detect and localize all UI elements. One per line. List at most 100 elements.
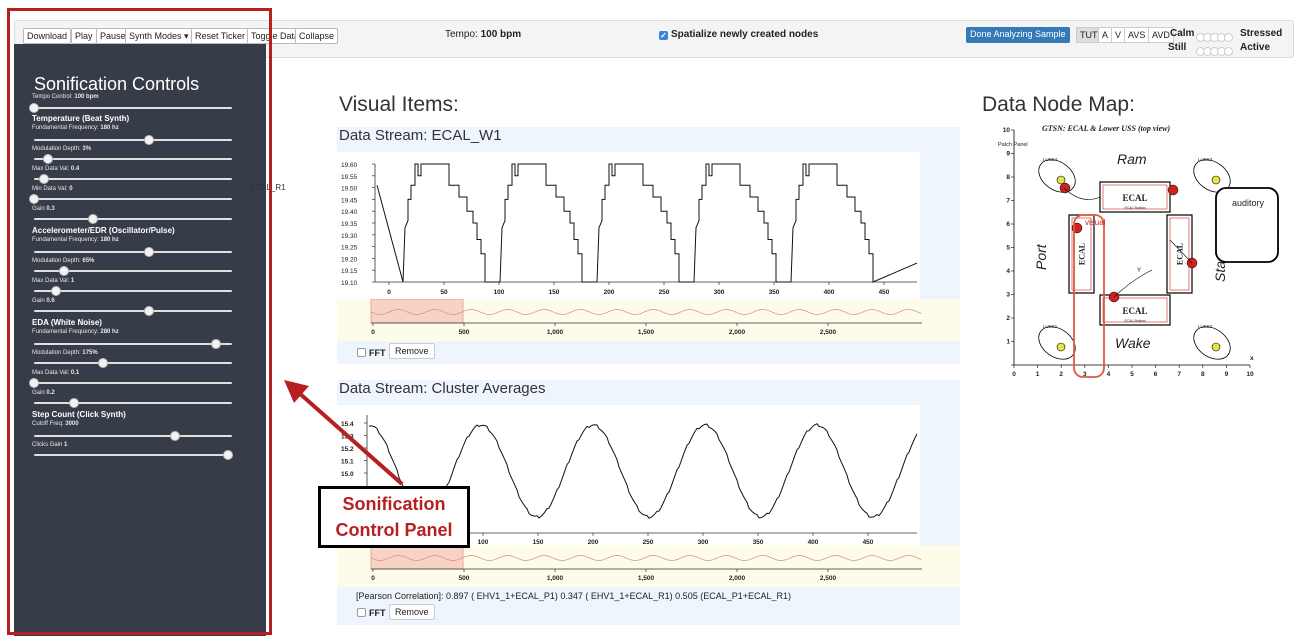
y-tick-label: 15.3 xyxy=(341,434,354,441)
time-brush[interactable]: 0 500 1,000 1,500 2,000 2,500 xyxy=(337,298,960,341)
parameter-label: Max Data Val: 1 xyxy=(32,278,75,284)
data-node-map[interactable]: 0 1122334455667788991010xGTSN: ECAL & Low… xyxy=(992,120,1282,380)
fft-checkbox[interactable] xyxy=(357,348,366,357)
slider-knob[interactable] xyxy=(211,339,222,349)
still-active-rating[interactable] xyxy=(1196,43,1237,56)
time-brush[interactable]: 0 500 1,000 1,500 2,000 2,500 xyxy=(337,544,960,587)
fft-checkbox[interactable] xyxy=(357,608,366,617)
calm-stress-rating[interactable] xyxy=(1196,29,1237,42)
slider-knob[interactable] xyxy=(169,431,180,441)
wake-label: Wake xyxy=(1115,335,1151,351)
parameter-slider[interactable] xyxy=(34,247,232,257)
parameter-slider[interactable] xyxy=(29,378,232,388)
tempo-control-label: Tempo Control: 100 bpm xyxy=(32,94,99,100)
parameter-slider[interactable] xyxy=(29,194,232,204)
slider-knob[interactable] xyxy=(29,103,39,113)
x-axis-label: x xyxy=(1250,355,1254,362)
slider-knob[interactable] xyxy=(143,306,154,316)
done-analyzing-button[interactable]: Done Analyzing Sample xyxy=(966,27,1070,43)
spatialize-checkbox[interactable]: ✓ Spatialize newly created nodes xyxy=(659,29,818,40)
ecal-w1-plot-svg: 19.60 19.55 19.50 19.45 19.40 19.35 19.30 19.25… xyxy=(341,162,918,296)
parameter-slider[interactable] xyxy=(34,135,232,145)
stray-node-label: ECAL_R1 xyxy=(250,183,286,192)
mode-a-button[interactable]: A xyxy=(1098,27,1113,43)
parameter-slider[interactable] xyxy=(34,214,232,224)
parameter-slider[interactable] xyxy=(34,431,232,441)
brush-tick-label: 2,500 xyxy=(820,575,837,582)
active-label: Active xyxy=(1240,42,1271,53)
fft-toggle[interactable]: FFT xyxy=(357,608,386,618)
x-tick-label: 100 xyxy=(494,289,505,296)
brush-svg: 0 500 1,000 1,500 2,000 2,500 xyxy=(370,544,922,582)
parameter-label: Max Data Val: 0.1 xyxy=(32,370,80,376)
node-map-title: Data Node Map: xyxy=(982,93,1135,116)
download-button[interactable]: Download xyxy=(23,28,72,44)
x-tick-label: 1 xyxy=(1036,371,1040,378)
x-tick-label: 8 xyxy=(1201,371,1205,378)
parameter-slider[interactable] xyxy=(34,154,232,164)
brush-tick-label: 1,500 xyxy=(638,329,655,336)
fft-toggle[interactable]: FFT xyxy=(357,348,386,358)
parameter-slider[interactable] xyxy=(34,358,232,368)
parameter-slider[interactable] xyxy=(29,103,232,113)
collapse-button[interactable]: Collapse xyxy=(295,28,339,44)
parameter-slider[interactable] xyxy=(34,450,234,460)
slider-knob[interactable] xyxy=(88,214,99,224)
y-tick-label: 19.30 xyxy=(341,233,358,240)
slider-knob[interactable] xyxy=(143,247,154,257)
y-tick-label: 9 xyxy=(1006,151,1010,158)
luss-label: LUSS2 xyxy=(1198,324,1213,329)
x-tick-label: 9 xyxy=(1225,371,1229,378)
parameter-slider[interactable] xyxy=(34,286,232,296)
synth-modes-dropdown[interactable]: Synth Modes ▾ xyxy=(125,28,193,44)
y-tick-label: 19.25 xyxy=(341,245,358,252)
slider-knob[interactable] xyxy=(29,378,39,388)
slider-knob[interactable] xyxy=(68,398,79,408)
section-heading: EDA (White Noise) xyxy=(32,318,102,327)
slider-knob[interactable] xyxy=(98,358,109,368)
x-tick-label: 6 xyxy=(1154,371,1158,378)
y-tick-label: 19.15 xyxy=(341,268,358,275)
brush-svg: 0 500 1,000 1,500 2,000 2,500 xyxy=(370,298,922,336)
slider-knob[interactable] xyxy=(42,154,53,164)
parameter-slider[interactable] xyxy=(34,174,232,184)
x-tick-label: 0 xyxy=(1012,371,1016,378)
y-tick-label: 19.60 xyxy=(341,162,358,169)
ram-label: Ram xyxy=(1117,151,1147,167)
luss-sensor xyxy=(1211,175,1221,185)
visual-items-title: Visual Items: xyxy=(339,93,459,116)
mode-v-button[interactable]: V xyxy=(1111,27,1126,43)
brush-tick-label: 1,000 xyxy=(547,329,564,336)
slider-knob[interactable] xyxy=(38,174,49,184)
y-tick-label: 1 xyxy=(1006,339,1010,346)
parameter-slider[interactable] xyxy=(34,339,232,349)
slider-knob[interactable] xyxy=(50,286,61,296)
x-tick-label: 2 xyxy=(1059,371,1063,378)
parameter-slider[interactable] xyxy=(34,398,232,408)
slider-knob[interactable] xyxy=(29,194,39,204)
slider-knob[interactable] xyxy=(223,450,234,460)
ecal-module: ECAL xyxy=(1166,214,1193,294)
mode-avs-button[interactable]: AVS xyxy=(1124,27,1150,43)
parameter-slider[interactable] xyxy=(34,306,232,316)
remove-button[interactable]: Remove xyxy=(389,343,435,359)
parameter-slider[interactable] xyxy=(34,266,232,276)
reset-ticker-button[interactable]: Reset Ticker xyxy=(191,28,250,44)
panel-title: Sonification Controls xyxy=(34,74,200,94)
parameter-label: Min Data Val: 0 xyxy=(32,186,73,192)
luss-label: LUSS4 xyxy=(1043,157,1058,162)
y-tick-label: 15.4 xyxy=(341,421,354,428)
brush-tick-label: 500 xyxy=(459,329,470,336)
slider-knob[interactable] xyxy=(58,266,69,276)
parameter-label: Gain 0.2 xyxy=(32,390,55,396)
slider-knob[interactable] xyxy=(143,135,154,145)
stream-plot[interactable]: 19.60 19.55 19.50 19.45 19.40 19.35 19.30 19.25… xyxy=(337,152,920,302)
y-tick-label: 15.2 xyxy=(341,446,354,453)
patch-panel-label: Patch Panel xyxy=(998,142,1028,148)
checkbox-checked-icon[interactable]: ✓ xyxy=(659,31,668,40)
luss-sensor xyxy=(1056,175,1066,185)
play-button[interactable]: Play xyxy=(71,28,97,44)
remove-button[interactable]: Remove xyxy=(389,604,435,620)
brush-tick-label: 0 xyxy=(371,575,375,582)
sonification-panel: Sonification Controls Tempo Control: 100… xyxy=(14,44,266,636)
